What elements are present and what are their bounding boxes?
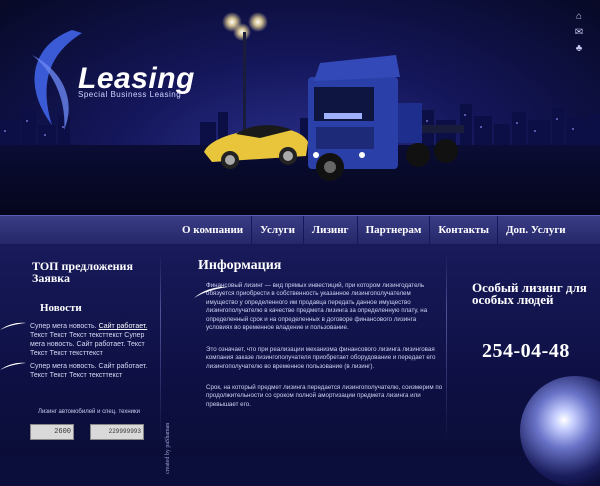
main-nav: О компании Услуги Лизинг Партнерам Конта… [0,215,600,245]
swoosh-decoration-icon [0,322,26,330]
truck-image [308,55,464,181]
phone-number: 254-04-48 [482,340,570,362]
nav-partners[interactable]: Партнерам [356,216,430,244]
right-column: Особый лизинг для особых людей 254-04-48 [446,244,600,486]
brand-tagline: Special Business Leasing [78,90,182,99]
news-item: Супер мега новость. Сайт работает. Текст… [30,322,156,358]
nav-leasing[interactable]: Лизинг [302,216,357,244]
nav-extra-services[interactable]: Доп. Услуги [496,216,574,244]
news-heading: Новости [40,302,82,314]
ticker-label: Лизинг автомобилей и спец. техники [38,409,140,415]
info-paragraph: Финансовый лизинг — вид прямых инвестици… [206,282,428,332]
hero-banner: Leasing Special Business Leasing ⌂ ✉ ♣ [0,0,600,215]
news-item-link[interactable]: Сайт работает. [99,323,148,330]
top-icons: ⌂ ✉ ♣ [574,12,584,54]
nav-services[interactable]: Услуги [251,216,303,244]
mail-icon[interactable]: ✉ [574,28,584,38]
swoosh-decoration-icon [0,362,26,370]
news-item-pre: Супер мега новость. [30,323,99,330]
content-area: ТОП предложения Заявка Новости Супер мег… [0,244,600,486]
home-icon[interactable]: ⌂ [574,12,584,22]
info-heading: Информация [198,258,282,273]
news-item-body: Текст Текст Текст текcттекст Супер мега … [30,332,145,357]
special-offer-text: Особый лизинг для особых людей [472,280,587,307]
credit-text: created by paShaman [165,422,171,474]
column-divider [160,254,161,444]
top-offers-link[interactable]: ТОП предложения Заявка [32,260,162,284]
news-item-pre: Супер мега новость. Сайт работает. [30,363,148,370]
info-paragraph: Срок, на который предмет лизинга передае… [206,384,443,408]
counter-badge[interactable]: 229999993 [90,424,144,440]
nav-contacts[interactable]: Контакты [429,216,497,244]
left-column: ТОП предложения Заявка Новости Супер мег… [0,244,160,456]
headlight-image [520,376,600,486]
nav-about[interactable]: О компании [174,216,251,244]
sitemap-icon[interactable]: ♣ [574,44,584,54]
sports-car-image [204,125,308,169]
counter-badge[interactable]: 2600 [30,424,74,440]
news-item-body: Текст Текст Текст текcттекст [30,372,123,379]
main-column: Информация Финансовый лизинг — вид прямы… [176,244,446,456]
news-item: Супер мега новость. Сайт работает. Текст… [30,362,156,380]
info-paragraph: Это означает, что при реализации механиз… [206,346,436,370]
